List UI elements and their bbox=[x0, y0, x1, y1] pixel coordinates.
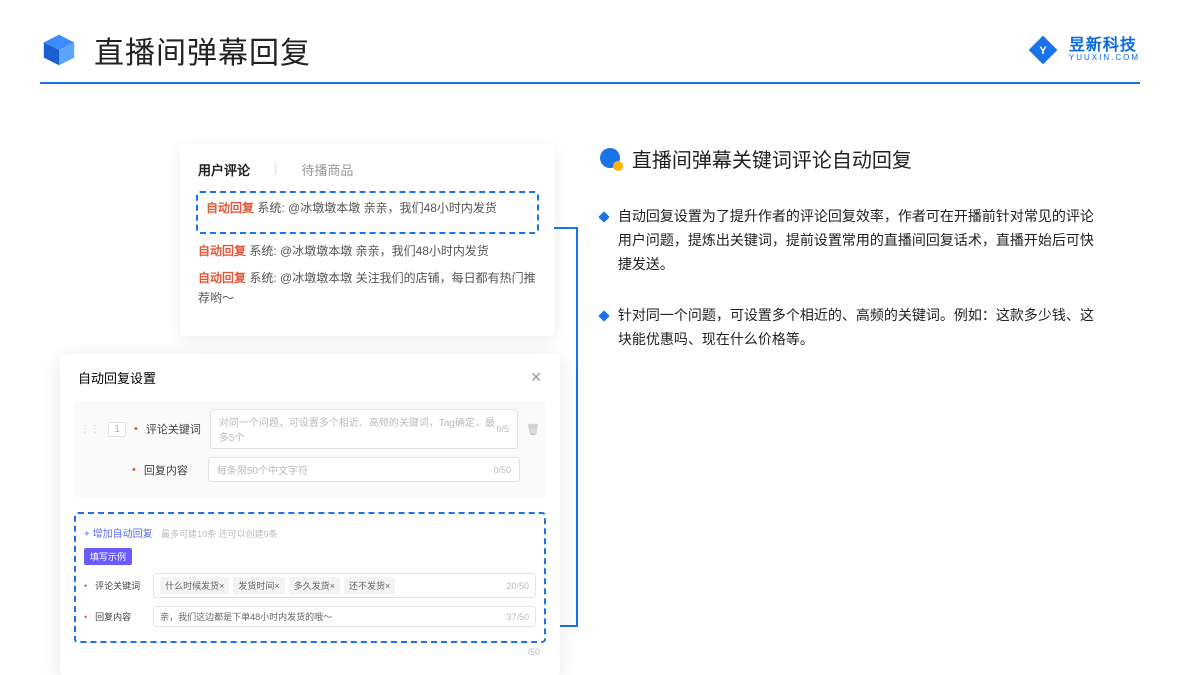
comment-text: @冰墩墩本墩 亲亲，我们48小时内发货 bbox=[288, 201, 497, 215]
example-block: + 增加自动回复 最多可建10条 还可以创建9条 填写示例 • 评论关键词 什么… bbox=[74, 512, 546, 643]
comment-row: 自动回复 系统: @冰墩墩本墩 亲亲，我们48小时内发货 bbox=[198, 242, 537, 261]
tag[interactable]: 多久发货× bbox=[289, 577, 340, 594]
placeholder-text: 每条限50个中文字符 bbox=[217, 462, 308, 477]
connector-line bbox=[554, 227, 578, 229]
tag[interactable]: 还不发货× bbox=[344, 577, 395, 594]
header-left: 直播间弹幕回复 bbox=[40, 28, 311, 72]
auto-reply-tag: 自动回复 bbox=[198, 271, 246, 285]
bullet-icon bbox=[600, 148, 622, 170]
settings-title: 自动回复设置 bbox=[78, 368, 156, 387]
right-column: 直播间弹幕关键词评论自动回复 自动回复设置为了提升作者的评论回复效率，作者可在开… bbox=[600, 144, 1100, 380]
trash-icon[interactable]: 🗑 bbox=[526, 423, 540, 436]
diamond-icon bbox=[598, 311, 609, 322]
placeholder-text: 对同一个问题，可设置多个相近、高频的关键词，Tag确定，最多5个 bbox=[219, 414, 497, 444]
form-row-reply: • 回复内容 每条限50个中文字符 0/50 bbox=[80, 457, 540, 482]
required-dot: • bbox=[84, 581, 87, 591]
example-reply-text: 亲，我们这边都是下单48小时内发货的哦～ bbox=[160, 610, 332, 623]
highlighted-comment: 自动回复 系统: @冰墩墩本墩 亲亲，我们48小时内发货 bbox=[196, 191, 539, 234]
system-label: 系统: bbox=[249, 271, 276, 285]
list-item: 针对同一个问题，可设置多个相近的、高频的关键词。例如：这款多少钱、这块能优惠吗、… bbox=[600, 304, 1100, 352]
comment-text: @冰墩墩本墩 亲亲，我们48小时内发货 bbox=[280, 244, 489, 258]
comment-row: 自动回复 系统: @冰墩墩本墩 关注我们的店铺，每日都有热门推荐哟～ bbox=[198, 269, 537, 307]
field-label: 回复内容 bbox=[144, 462, 200, 478]
comment-card: 用户评论 | 待播商品 自动回复 系统: @冰墩墩本墩 亲亲，我们48小时内发货… bbox=[180, 144, 555, 336]
tab-products[interactable]: 待播商品 bbox=[301, 160, 353, 179]
reply-input[interactable]: 每条限50个中文字符 0/50 bbox=[208, 457, 520, 482]
connector-line bbox=[576, 227, 578, 627]
drag-handle-icon[interactable]: ⋮⋮ bbox=[80, 424, 100, 435]
section-head: 直播间弹幕关键词评论自动回复 bbox=[600, 144, 1100, 173]
example-row-reply: • 回复内容 亲，我们这边都是下单48小时内发货的哦～ 37/50 bbox=[84, 606, 536, 627]
cube-icon bbox=[40, 31, 78, 69]
tag[interactable]: 发货时间× bbox=[233, 577, 284, 594]
auto-reply-tag: 自动回复 bbox=[198, 244, 246, 258]
char-count: 0/50 bbox=[493, 465, 511, 475]
section-title: 直播间弹幕关键词评论自动回复 bbox=[632, 144, 912, 173]
page-title: 直播间弹幕回复 bbox=[94, 28, 311, 72]
brand-name: 昱新科技 bbox=[1069, 38, 1140, 54]
close-icon[interactable]: ✕ bbox=[530, 369, 542, 386]
field-label: 评论关键词 bbox=[146, 421, 202, 437]
char-count: 20/50 bbox=[506, 581, 529, 591]
diamond-icon bbox=[598, 211, 609, 222]
system-label: 系统: bbox=[257, 201, 284, 215]
auto-reply-tag: 自动回复 bbox=[206, 201, 254, 215]
tag-list: 什么时候发货×发货时间× 多久发货×还不发货× bbox=[160, 577, 506, 594]
bullet-list: 自动回复设置为了提升作者的评论回复效率，作者可在开播前针对常见的评论用户问题，提… bbox=[600, 205, 1100, 352]
tab-separator: | bbox=[274, 160, 277, 179]
example-reply-input[interactable]: 亲，我们这边都是下单48小时内发货的哦～ 37/50 bbox=[153, 606, 536, 627]
bullet-text: 自动回复设置为了提升作者的评论回复效率，作者可在开播前针对常见的评论用户问题，提… bbox=[618, 205, 1100, 276]
field-label: 回复内容 bbox=[95, 610, 145, 623]
svg-text:Y: Y bbox=[1039, 45, 1047, 57]
brand-logo: Y 昱新科技 YUUXIN.COM bbox=[1027, 34, 1140, 66]
add-auto-reply-link[interactable]: + 增加自动回复 bbox=[84, 529, 153, 540]
settings-body: ⋮⋮ 1 • 评论关键词 对同一个问题，可设置多个相近、高频的关键词，Tag确定… bbox=[74, 401, 546, 498]
char-count: 37/50 bbox=[506, 612, 529, 622]
comment-row: 自动回复 系统: @冰墩墩本墩 亲亲，我们48小时内发货 bbox=[206, 199, 529, 218]
required-dot: • bbox=[84, 612, 87, 622]
keyword-input[interactable]: 对同一个问题，可设置多个相近、高频的关键词，Tag确定，最多5个 0/5 bbox=[210, 409, 518, 449]
required-dot: • bbox=[134, 423, 138, 435]
index-badge: 1 bbox=[108, 422, 126, 437]
char-count: 0/5 bbox=[497, 424, 510, 434]
tab-user-comments[interactable]: 用户评论 bbox=[198, 160, 250, 179]
example-row-keyword: • 评论关键词 什么时候发货×发货时间× 多久发货×还不发货× 20/50 bbox=[84, 573, 536, 598]
required-dot: • bbox=[132, 464, 136, 476]
system-label: 系统: bbox=[249, 244, 276, 258]
form-row-keyword: ⋮⋮ 1 • 评论关键词 对同一个问题，可设置多个相近、高频的关键词，Tag确定… bbox=[80, 409, 540, 449]
tag[interactable]: 什么时候发货× bbox=[160, 577, 229, 594]
brand-icon: Y bbox=[1027, 34, 1059, 66]
bullet-text: 针对同一个问题，可设置多个相近的、高频的关键词。例如：这款多少钱、这块能优惠吗、… bbox=[618, 304, 1100, 352]
brand-sub: YUUXIN.COM bbox=[1069, 54, 1140, 62]
example-badge: 填写示例 bbox=[84, 548, 132, 565]
page-header: 直播间弹幕回复 Y 昱新科技 YUUXIN.COM bbox=[0, 0, 1180, 82]
list-item: 自动回复设置为了提升作者的评论回复效率，作者可在开播前针对常见的评论用户问题，提… bbox=[600, 205, 1100, 276]
settings-card: 自动回复设置 ✕ ⋮⋮ 1 • 评论关键词 对同一个问题，可设置多个相近、高频的… bbox=[60, 354, 560, 675]
example-keyword-input[interactable]: 什么时候发货×发货时间× 多久发货×还不发货× 20/50 bbox=[153, 573, 536, 598]
field-label: 评论关键词 bbox=[95, 579, 145, 592]
add-note: 最多可建10条 还可以创建9条 bbox=[161, 529, 278, 539]
trailing-count: /50 bbox=[74, 643, 546, 657]
card-tabs: 用户评论 | 待播商品 bbox=[198, 160, 537, 179]
left-column: 用户评论 | 待播商品 自动回复 系统: @冰墩墩本墩 亲亲，我们48小时内发货… bbox=[60, 144, 570, 624]
